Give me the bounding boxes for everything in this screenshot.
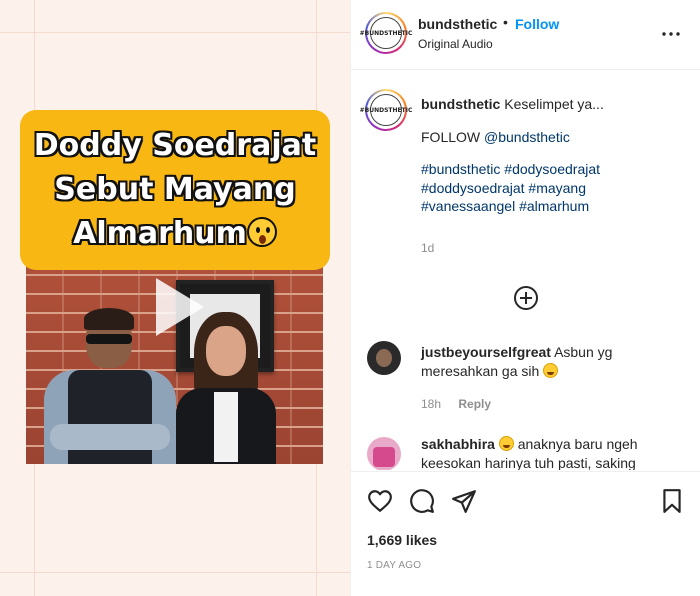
user-avatar[interactable]: #BUNDSTHETIC <box>360 12 412 54</box>
post-caption: bundsthetic Keselimpet ya... FOLLOW @bun… <box>421 95 691 216</box>
comment-username[interactable]: justbeyourselfgreat <box>421 344 551 360</box>
hashtags-line-3[interactable]: #vanessaangel #almarhum <box>421 198 589 214</box>
caption-text: Keselimpet ya... <box>504 96 604 112</box>
comments-section[interactable]: #BUNDSTHETIC bundsthetic Keselimpet ya..… <box>351 71 700 470</box>
caption-avatar-logo: #BUNDSTHETIC <box>360 94 412 126</box>
background-gridline <box>0 32 350 33</box>
audio-label[interactable]: Original Audio <box>418 37 493 51</box>
title-line-3-text: Almarhum <box>73 216 247 251</box>
caption-avatar[interactable]: #BUNDSTHETIC <box>360 89 412 131</box>
play-icon[interactable] <box>138 270 212 344</box>
commenter-avatar[interactable] <box>367 341 401 375</box>
hashtags-line-2[interactable]: #doddysoedrajat #mayang <box>421 180 586 196</box>
comment-meta: 18h Reply <box>421 397 505 411</box>
heart-icon[interactable] <box>367 488 393 514</box>
mention-link[interactable]: @bundsthetic <box>484 129 570 145</box>
comment-time[interactable]: 18h <box>421 397 441 411</box>
post-header: #BUNDSTHETIC bundsthetic • Follow Origin… <box>351 0 700 70</box>
caption-follow-line: FOLLOW @bundsthetic <box>421 128 691 147</box>
comment-username[interactable]: sakhabhira <box>421 436 495 452</box>
header-separator: • <box>503 14 508 30</box>
load-more-comments-icon[interactable] <box>513 285 539 311</box>
title-line-2: Sebut Mayang <box>54 172 296 207</box>
post-actions: 1,669 likes 1 DAY AGO <box>351 471 700 596</box>
follow-button[interactable]: Follow <box>515 16 559 32</box>
hashtags-line-1[interactable]: #bundsthetic #dodysoedrajat <box>421 161 600 177</box>
likes-count[interactable]: 1,669 likes <box>367 532 437 548</box>
header-username[interactable]: bundsthetic <box>418 16 497 32</box>
reply-button[interactable]: Reply <box>458 397 491 411</box>
caption-timestamp[interactable]: 1d <box>421 241 434 255</box>
comment-bubble-icon[interactable] <box>409 488 435 514</box>
title-line-1: Doddy Soedrajat <box>33 128 317 163</box>
video-title-overlay: Doddy Soedrajat Sebut Mayang Almarhum <box>20 110 330 270</box>
astonished-face-icon <box>246 217 277 247</box>
title-line-3: Almarhum <box>20 216 330 251</box>
caption-username[interactable]: bundsthetic <box>421 96 500 112</box>
grinning-face-icon <box>543 362 559 378</box>
avatar-logo: #BUNDSTHETIC <box>360 17 412 49</box>
more-options-icon[interactable] <box>659 22 683 46</box>
comment-item: justbeyourselfgreat Asbun yg meresahkan … <box>421 343 681 380</box>
share-paper-plane-icon[interactable] <box>451 488 477 514</box>
comment-item: sakhabhira anaknya baru ngeh keesokan ha… <box>421 435 691 470</box>
background-gridline <box>0 572 350 573</box>
grinning-face-icon <box>498 436 514 451</box>
post-sidebar: #BUNDSTHETIC bundsthetic • Follow Origin… <box>351 0 700 596</box>
follow-prefix: FOLLOW <box>421 128 485 145</box>
post-media: Doddy Soedrajat Sebut Mayang Almarhum <box>0 0 351 596</box>
post-date[interactable]: 1 DAY AGO <box>367 560 421 571</box>
bookmark-icon[interactable] <box>659 488 685 514</box>
commenter-avatar[interactable] <box>367 437 401 470</box>
hashtags: #bundsthetic #dodysoedrajat #doddysoedra… <box>421 160 691 216</box>
